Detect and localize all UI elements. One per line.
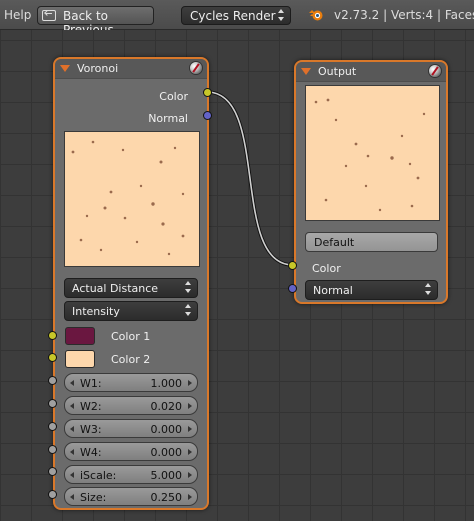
distance-metric-value: Actual Distance: [72, 282, 159, 295]
size-value: 0.250: [150, 491, 183, 504]
output-preview: [305, 85, 440, 221]
w3-value: 0.000: [150, 423, 183, 436]
w3-field[interactable]: W3: 0.000: [64, 419, 198, 438]
color1-label: Color 1: [111, 330, 151, 343]
updown-arrows-icon: [425, 283, 432, 295]
default-button[interactable]: Default: [305, 232, 438, 252]
collapse-triangle-icon[interactable]: [301, 68, 311, 75]
render-engine-label: Cycles Render: [190, 9, 276, 23]
w2-value: 0.020: [150, 400, 183, 413]
coloring-value: Intensity: [72, 305, 120, 318]
size-label: Size:: [80, 491, 107, 504]
voronoi-color-output-socket[interactable]: [203, 88, 212, 97]
w3-input-socket[interactable]: [48, 422, 57, 431]
normal-select-value: Normal: [313, 284, 353, 297]
w2-label: W2:: [80, 400, 102, 413]
color2-input-socket[interactable]: [48, 353, 57, 362]
output-color-input-socket[interactable]: [288, 261, 297, 270]
w1-label: W1:: [80, 377, 102, 390]
back-arrow-icon: [42, 10, 56, 21]
iscale-input-socket[interactable]: [48, 467, 57, 476]
header-bar: Help Back to Previous Cycles Render v2.7…: [0, 0, 474, 37]
normal-select[interactable]: Normal: [305, 280, 438, 300]
w2-field[interactable]: W2: 0.020: [64, 396, 198, 415]
distance-metric-select[interactable]: Actual Distance: [64, 278, 198, 298]
iscale-field[interactable]: iScale: 5.000: [64, 465, 198, 484]
w3-label: W3:: [80, 423, 102, 436]
output-node[interactable]: Output Default Color Normal: [294, 60, 448, 304]
output-node-title: Output: [318, 65, 357, 78]
collapse-triangle-icon[interactable]: [60, 65, 70, 72]
color2-label: Color 2: [111, 353, 151, 366]
w4-field[interactable]: W4: 0.000: [64, 442, 198, 461]
back-to-previous-button[interactable]: Back to Previous: [37, 6, 154, 37]
w1-value: 1.000: [150, 377, 183, 390]
color2-swatch[interactable]: [65, 350, 95, 368]
w1-input-socket[interactable]: [48, 376, 57, 385]
w4-label: W4:: [80, 446, 102, 459]
voronoi-node-title: Voronoi: [77, 62, 119, 75]
scene-stats: v2.73.2 | Verts:4 | Faces:1: [334, 8, 474, 22]
output-normal-label: Normal: [148, 112, 188, 125]
default-button-label: Default: [314, 236, 355, 249]
help-menu[interactable]: Help: [4, 8, 31, 22]
w2-input-socket[interactable]: [48, 399, 57, 408]
updown-arrows-icon: [278, 9, 285, 21]
iscale-label: iScale:: [80, 469, 117, 482]
w4-value: 0.000: [150, 446, 183, 459]
size-input-socket[interactable]: [48, 490, 57, 499]
color1-input-socket[interactable]: [48, 331, 57, 340]
blender-logo-icon: [309, 10, 323, 21]
output-node-header[interactable]: Output: [296, 62, 446, 82]
voronoi-preview-image: [71, 140, 185, 256]
preview-toggle-icon[interactable]: [429, 65, 441, 77]
voronoi-node[interactable]: Voronoi Color Normal Actual Distance Int…: [53, 57, 209, 510]
size-field[interactable]: Size: 0.250: [64, 487, 198, 506]
updown-arrows-icon: [185, 281, 192, 293]
output-color-label: Color: [159, 90, 188, 103]
iscale-value: 5.000: [150, 469, 183, 482]
output-color-input-label: Color: [312, 262, 341, 275]
output-preview-image: [314, 98, 426, 212]
voronoi-normal-output-socket[interactable]: [203, 111, 212, 120]
coloring-select[interactable]: Intensity: [64, 301, 198, 321]
w4-input-socket[interactable]: [48, 445, 57, 454]
voronoi-node-header[interactable]: Voronoi: [55, 59, 207, 79]
output-normal-input-socket[interactable]: [288, 284, 297, 293]
color1-swatch[interactable]: [65, 327, 95, 345]
w1-field[interactable]: W1: 1.000: [64, 373, 198, 392]
preview-toggle-icon[interactable]: [190, 62, 202, 74]
render-engine-select[interactable]: Cycles Render: [181, 6, 291, 25]
voronoi-preview: [64, 131, 200, 267]
updown-arrows-icon: [185, 304, 192, 316]
